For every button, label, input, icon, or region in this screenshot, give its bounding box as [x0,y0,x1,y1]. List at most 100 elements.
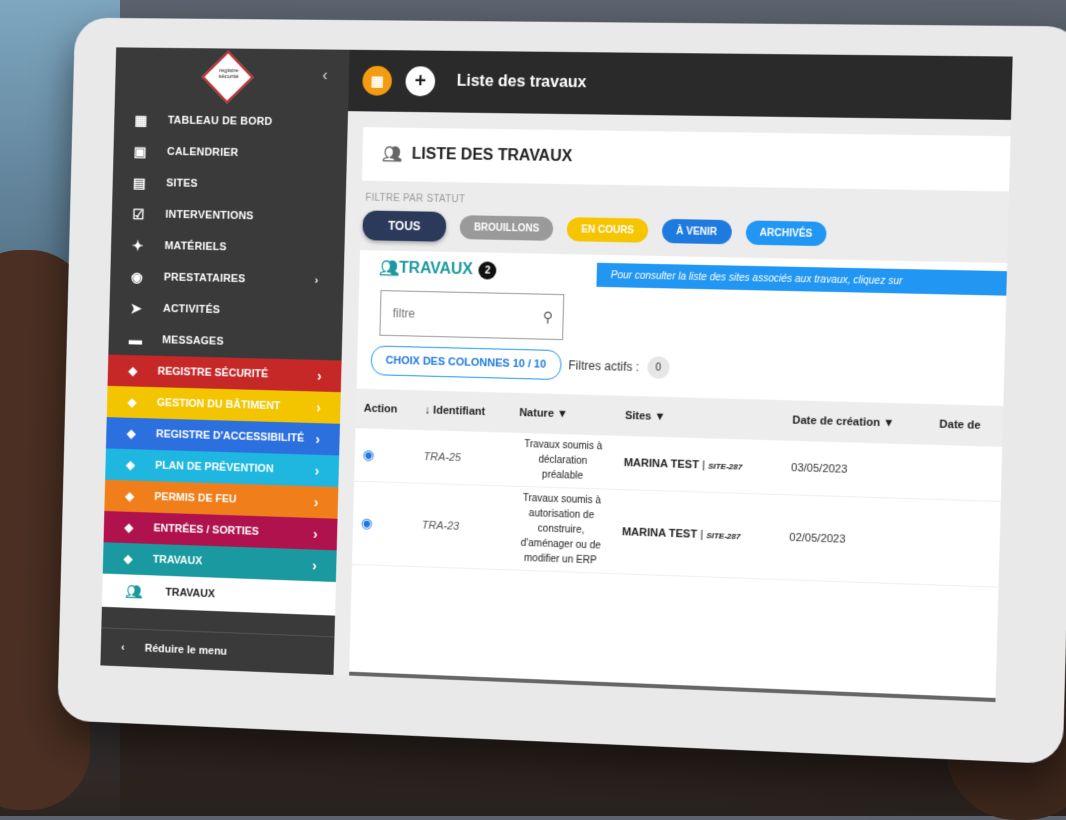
site-code: SITE-287 [708,461,742,471]
module-logo-icon: ◆ [105,457,155,472]
module-label: REGISTRE SÉCURITÉ [157,366,268,381]
search-input[interactable] [391,305,533,324]
sidebar-item-label: SITES [166,177,198,189]
sidebar: registre sécurité ‹ ▦ TABLEAU DE BORD ▣ … [100,47,349,675]
nature-cell: Travaux soumis à déclaration préalable [509,433,616,490]
sidebar-item-label: PRESTATAIRES [164,272,246,286]
list-header: 👥︎ LISTE DES TRAVAUX [362,127,1011,191]
dashboard-icon: ▦ [114,111,168,128]
sidebar-item-calendar[interactable]: ▣ CALENDRIER [113,135,347,170]
grid-icon: ▦ [370,72,383,89]
chevron-left-icon[interactable]: ‹ [322,67,328,85]
sidebar-subitem-label: TRAVAUX [165,587,215,601]
chevron-right-icon: › [312,557,317,573]
sidebar-item-dashboard[interactable]: ▦ TABLEAU DE BORD [114,104,348,139]
eye-icon[interactable]: ◉ [361,515,373,531]
status-all-button[interactable]: TOUS [362,210,446,241]
page-title: Liste des travaux [457,73,587,92]
identifiant-cell: TRA-25 [415,430,511,486]
lightbulb-icon: ✦ [111,237,165,255]
sidebar-item-label: ACTIVITÉS [163,303,220,316]
empty-cell [927,499,1001,587]
filter-icon[interactable]: ▼ [557,408,568,420]
status-drafts-button[interactable]: BROUILLONS [460,215,554,241]
apps-grid-button[interactable]: ▦ [362,66,392,96]
tag-icon: ➤ [109,299,163,317]
module-label: GESTION DU BÂTIMENT [157,397,281,412]
module-label: ENTRÉES / SORTIES [153,522,259,537]
status-filter-group: TOUS BROUILLONS EN COURS À VENIR ARCHIVÉ… [362,210,827,249]
active-filters-label: Filtres actifs : [568,358,639,374]
chevron-right-icon: › [315,431,320,447]
chevron-right-icon: › [317,368,322,384]
chevron-right-icon: › [314,494,319,510]
eye-icon[interactable]: ◉ [362,446,374,462]
reduce-menu-button[interactable]: ‹ Réduire le menu [100,627,334,675]
sidebar-item-label: MATÉRIELS [164,240,226,253]
chevron-right-icon: › [315,463,320,479]
clipboard-icon: ▤ [113,174,167,192]
add-button[interactable]: + [405,66,435,96]
reduce-menu-label: Réduire le menu [145,643,227,658]
info-banner[interactable]: Pour consulter la liste des sites associ… [596,263,1012,296]
module-label: PLAN DE PRÉVENTION [155,460,274,475]
column-header-date-creation[interactable]: Date de création ▼ [784,400,932,445]
site-name: MARINA TEST [624,457,700,471]
horizontal-scrollbar[interactable] [349,672,995,702]
status-filter-label: FILTRE PAR STATUT [365,193,465,206]
sidebar-item-prestataires[interactable]: ◉ PRESTATAIRES › [110,261,344,298]
status-ongoing-button[interactable]: EN COURS [567,217,648,243]
users-icon: 👥︎ [102,582,165,601]
action-cell: ◉ [352,481,415,566]
identifiant-cell: TRA-23 [413,483,510,570]
module-logo-icon: ◆ [105,488,155,503]
chevron-right-icon: › [316,399,321,415]
chevron-left-icon: ‹ [101,641,145,654]
module-label: PERMIS DE FEU [154,491,237,505]
count-badge: 2 [479,261,497,279]
module-logo-icon: ◆ [108,363,158,378]
sidebar-subitem-travaux[interactable]: 👥︎ TRAVAUX [102,574,336,616]
column-header-sites[interactable]: Sites ▼ [616,396,784,441]
date-cell: 02/05/2023 [780,495,929,585]
tablet-device: registre sécurité ‹ ▦ TABLEAU DE BORD ▣ … [57,18,1066,765]
columns-choice-button[interactable]: CHOIX DES COLONNES 10 / 10 [371,345,562,380]
site-cell: MARINA TEST | SITE-287 [615,436,784,495]
column-header-label: Sites [625,410,652,423]
sidebar-item-label: TABLEAU DE BORD [168,115,273,128]
column-header-date[interactable]: Date de [931,404,1004,447]
active-filters: Filtres actifs : 0 [568,354,669,379]
column-header-identifiant[interactable]: ↓ Identifiant [416,390,511,432]
filter-icon[interactable]: ▼ [654,411,665,423]
sidebar-item-sites[interactable]: ▤ SITES [112,167,346,202]
search-icon[interactable]: ⚲ [543,308,554,325]
sidebar-item-materiels[interactable]: ✦ MATÉRIELS [111,229,345,265]
chevron-right-icon: › [314,275,318,287]
module-logo-icon: ◆ [104,520,154,535]
travaux-title-text: TRAVAUX [399,260,473,279]
sidebar-item-label: CALENDRIER [167,146,239,159]
calendar-icon: ▣ [113,143,167,160]
users-icon: 👥︎ [382,144,402,164]
module-logo-icon: ◆ [103,551,153,566]
sidebar-item-label: MESSAGES [162,334,224,347]
column-header-nature[interactable]: Nature ▼ [511,393,618,436]
column-header-label: Nature [519,407,554,420]
message-icon: ▬ [109,331,163,348]
action-cell: ◉ [354,428,416,483]
status-upcoming-button[interactable]: À VENIR [662,219,732,244]
active-filters-count: 0 [647,356,670,379]
status-archived-button[interactable]: ARCHIVÉS [745,220,827,246]
topbar: ▦ + Liste des travaux [348,50,1013,120]
sidebar-item-label: INTERVENTIONS [165,209,254,222]
filter-icon[interactable]: ▼ [883,417,895,430]
sidebar-item-interventions[interactable]: ☑ INTERVENTIONS [112,198,346,234]
travaux-table: Action ↓ Identifiant Nature ▼ Sites ▼ Da… [352,389,1003,588]
checklist-icon: ☑ [112,205,166,223]
nature-cell: Travaux soumis à autorisation de constru… [507,486,615,574]
column-header-label: Date de création [792,414,880,429]
search-field[interactable]: ⚲ [379,290,564,340]
module-label: TRAVAUX [153,554,203,568]
site-cell: MARINA TEST | SITE-287 [613,489,782,579]
users-icon: 👥︎ [379,258,399,278]
